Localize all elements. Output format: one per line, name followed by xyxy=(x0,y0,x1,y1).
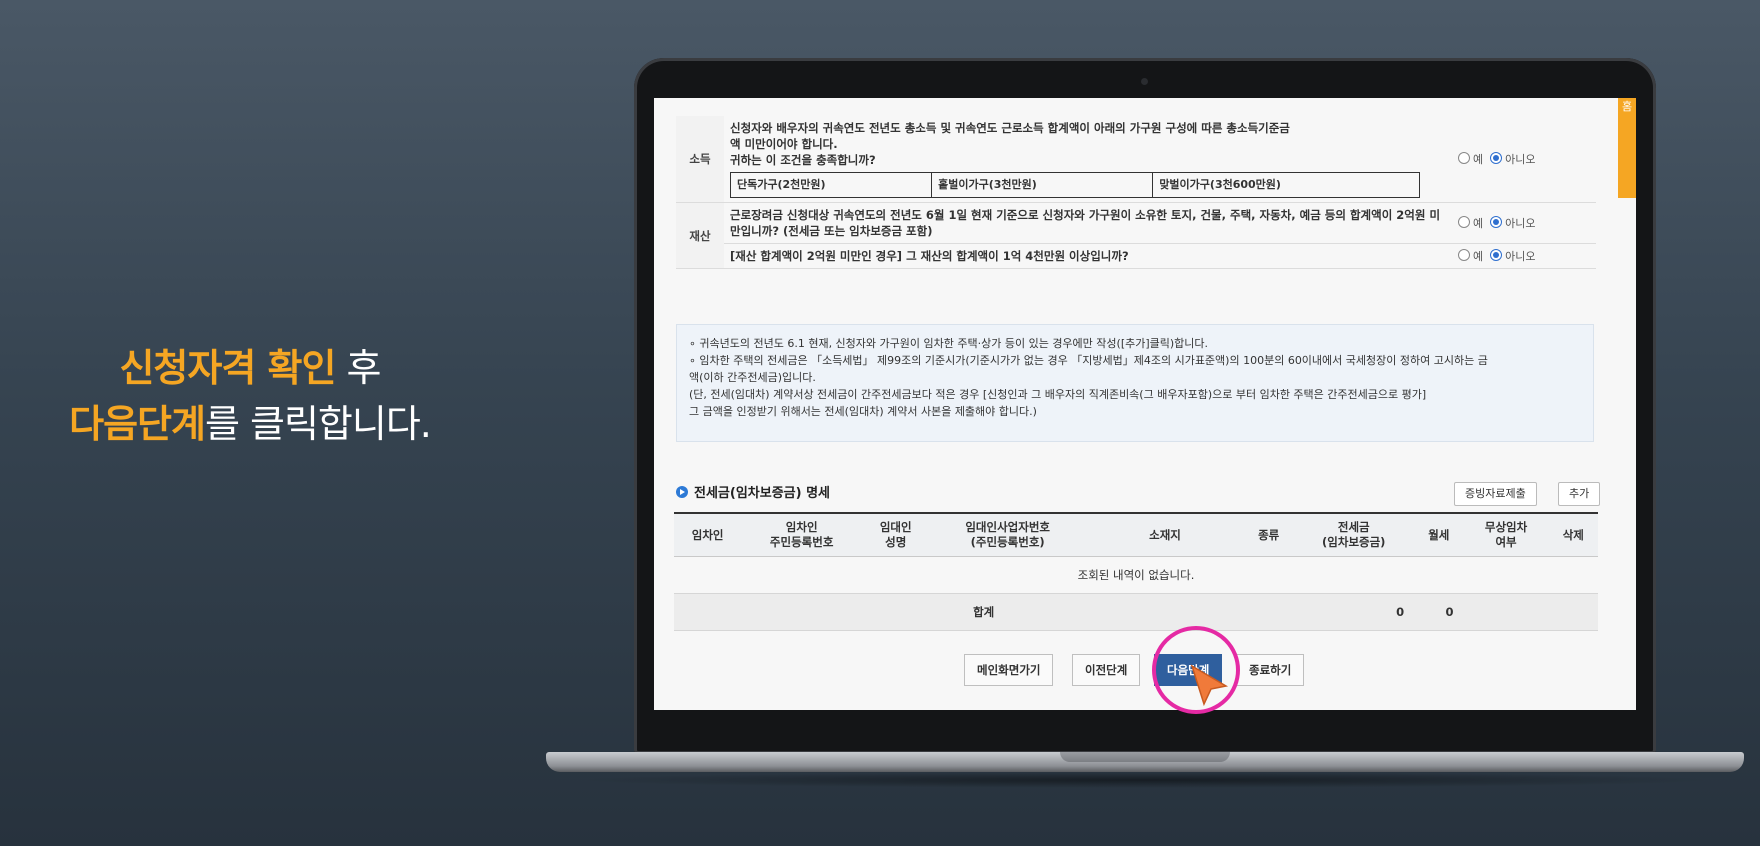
household-one-earner: 홑벌이가구(3천만원) xyxy=(931,172,1154,198)
side-tab-label: 홈 xyxy=(1621,100,1633,113)
col-type: 종류 xyxy=(1244,512,1294,557)
sum-empty xyxy=(1463,593,1598,631)
laptop-shadow xyxy=(570,772,1720,788)
property-question-2: [재산 합계액이 2억원 미만인 경우] 그 재산의 합계액이 1억 4천만원 … xyxy=(724,243,1452,269)
income-question-line-2: 액 미만이어야 합니다. xyxy=(730,137,838,151)
col-delete: 삭제 xyxy=(1548,512,1598,557)
income-yes-label: 예 xyxy=(1473,153,1484,166)
caption-line-1: 신청자격 확인 후 xyxy=(30,340,470,396)
property2-no-radio[interactable] xyxy=(1490,249,1503,261)
empty-row: 조회된 내역이 없습니다. xyxy=(674,556,1598,594)
property-row-1: 재산 근로장려금 신청대상 귀속연도의 전년도 6월 1일 현재 기준으로 신청… xyxy=(676,202,1596,269)
eligibility-table: 소득 신청자와 배우자의 귀속연도 전년도 총소득 및 귀속연도 근로소득 합계… xyxy=(676,116,1596,269)
income-question-line-1: 신청자와 배우자의 귀속연도 전년도 총소득 및 귀속연도 근로소득 합계액이 … xyxy=(730,121,1290,135)
caption: 신청자격 확인 후 다음단계를 클릭합니다. xyxy=(30,340,470,452)
notice-line-1: ∘ 귀속년도의 전년도 6.1 현재, 신청자와 가구원이 임차한 주택·상가 … xyxy=(689,337,1209,350)
caption-line-2: 다음단계를 클릭합니다. xyxy=(30,396,470,452)
property1-no-label: 아니오 xyxy=(1505,217,1536,230)
caption-text-2: 를 클릭합니다. xyxy=(204,402,432,446)
sum-row: 합계 0 0 xyxy=(674,593,1598,631)
col-landlord-name: 임대인 성명 xyxy=(862,512,930,557)
finish-button[interactable]: 종료하기 xyxy=(1236,654,1305,686)
laptop-notch xyxy=(1060,752,1230,762)
laptop-screen: 홈 소득 신청자와 배우자의 귀속연도 전년도 총소득 및 귀속연도 근로소득 … xyxy=(654,98,1636,710)
income-question: 신청자와 배우자의 귀속연도 전년도 총소득 및 귀속연도 근로소득 합계액이 … xyxy=(724,116,1452,203)
col-monthly-rent: 월세 xyxy=(1414,512,1464,557)
col-deposit: 전세금 (임차보증금) xyxy=(1293,512,1415,557)
property-question-1: 근로장려금 신청대상 귀속연도의 전년도 6월 1일 현재 기준으로 신청자와 … xyxy=(724,202,1452,244)
section-title-text: 전세금(임차보증금) 명세 xyxy=(694,486,831,501)
notice-line-2: ∘ 임차한 주택의 전세금은 「소득세법」 제99조의 기준시가(기준시가가 없… xyxy=(689,354,1488,367)
property-radios-2: 예 아니오 xyxy=(1452,243,1596,269)
income-question-line-3: 귀하는 이 조건을 충족합니까? xyxy=(730,153,876,167)
property-label: 재산 xyxy=(676,202,724,269)
household-dual-earner: 맞벌이가구(3천600만원) xyxy=(1152,172,1420,198)
notice-box: ∘ 귀속년도의 전년도 6.1 현재, 신청자와 가구원이 임차한 주택·상가 … xyxy=(676,324,1594,442)
evidence-submit-button[interactable]: 증빙자료제출 xyxy=(1454,482,1537,506)
deposit-table-header: 임차인 임차인 주민등록번호 임대인 성명 임대인사업자번호 (주민등록번호) 소재지… xyxy=(674,512,1598,557)
deposit-table: 임차인 임차인 주민등록번호 임대인 성명 임대인사업자번호 (주민등록번호) 소재지… xyxy=(674,512,1598,631)
col-location: 소재지 xyxy=(1086,512,1245,557)
property-radios-1: 예 아니오 xyxy=(1452,202,1596,244)
household-table: 단독가구(2천만원) 홑벌이가구(3천만원) 맞벌이가구(3천600만원) xyxy=(729,172,1420,198)
income-radios: 예 아니오 xyxy=(1452,116,1596,203)
income-yes-radio[interactable] xyxy=(1458,152,1470,164)
notice-line-3: 액(이하 간주전세금)입니다. xyxy=(689,371,816,384)
sum-monthly: 0 xyxy=(1414,593,1464,631)
property1-yes-radio[interactable] xyxy=(1458,216,1470,228)
camera xyxy=(1141,78,1148,85)
income-no-radio[interactable] xyxy=(1490,152,1503,164)
income-row: 소득 신청자와 배우자의 귀속연도 전년도 총소득 및 귀속연도 근로소득 합계… xyxy=(676,116,1596,203)
income-no-label: 아니오 xyxy=(1505,153,1536,166)
previous-step-button[interactable]: 이전단계 xyxy=(1072,654,1141,686)
property2-yes-label: 예 xyxy=(1473,250,1484,263)
section-bullet-icon xyxy=(676,486,688,498)
col-tenant: 임차인 xyxy=(674,512,742,557)
property-row-2: [재산 합계액이 2억원 미만인 경우] 그 재산의 합계액이 1억 4천만원 … xyxy=(676,243,1596,269)
section-title: 전세금(임차보증금) 명세 xyxy=(676,482,830,501)
cursor-arrow-icon xyxy=(1190,664,1229,707)
property2-no-label: 아니오 xyxy=(1505,250,1536,263)
caption-highlight-1: 신청자격 확인 xyxy=(119,346,336,390)
notice-line-4: (단, 전세(임대차) 계약서상 전세금이 간주전세금보다 적은 경우 [신청인… xyxy=(689,388,1427,401)
col-free-lease: 무상임차 여부 xyxy=(1463,512,1549,557)
sum-label: 합계 xyxy=(674,593,1294,631)
navigation-buttons: 메인화면가기 이전단계 다음단계 종료하기 xyxy=(654,654,1636,686)
side-tab[interactable]: 홈 xyxy=(1618,98,1636,198)
caption-text-1: 후 xyxy=(335,346,382,390)
income-label: 소득 xyxy=(676,116,724,203)
sum-deposit: 0 xyxy=(1293,593,1415,631)
property2-yes-radio[interactable] xyxy=(1458,249,1470,261)
col-tenant-id: 임차인 주민등록번호 xyxy=(741,512,863,557)
add-button[interactable]: 추가 xyxy=(1558,482,1601,506)
notice-line-5: 그 금액을 인정받기 위해서는 전세(임대차) 계약서 사본을 제출해야 합니다… xyxy=(689,405,1037,418)
property1-no-radio[interactable] xyxy=(1490,216,1503,228)
empty-message: 조회된 내역이 없습니다. xyxy=(674,556,1598,594)
caption-highlight-2: 다음단계 xyxy=(69,402,206,446)
col-landlord-number: 임대인사업자번호 (주민등록번호) xyxy=(929,512,1087,557)
property1-yes-label: 예 xyxy=(1473,217,1484,230)
main-page-button[interactable]: 메인화면가기 xyxy=(964,654,1054,686)
household-single: 단독가구(2천만원) xyxy=(729,172,933,198)
